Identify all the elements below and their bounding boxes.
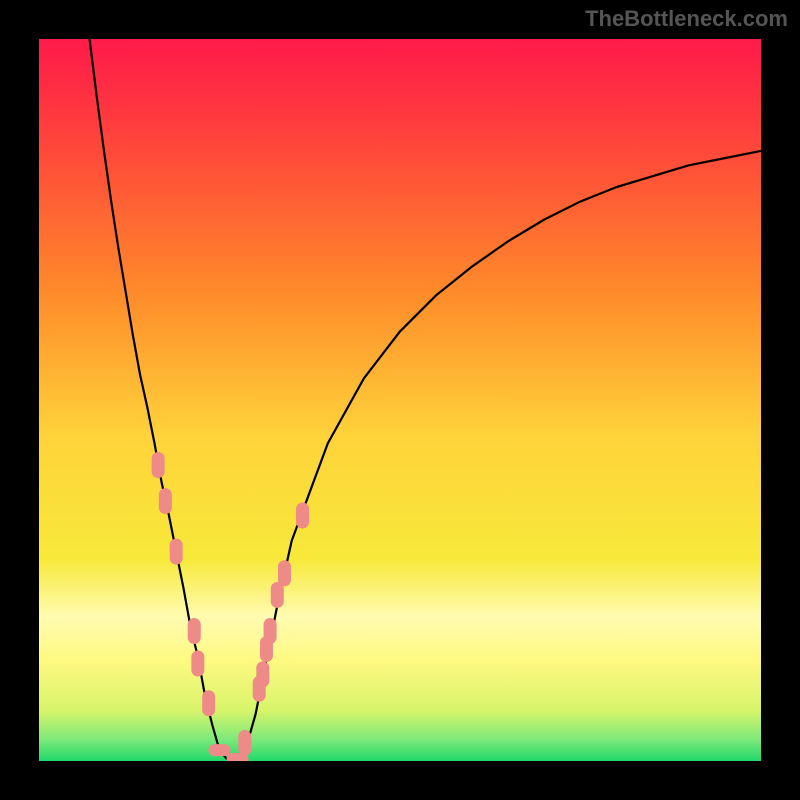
data-point: [191, 651, 204, 677]
data-point: [202, 690, 215, 716]
bottleneck-curve-line: [90, 39, 761, 760]
data-point: [271, 582, 284, 608]
data-point: [264, 618, 277, 644]
data-point: [159, 488, 172, 514]
data-point: [296, 503, 309, 529]
watermark-text: TheBottleneck.com: [585, 6, 788, 32]
chart-curve: [39, 39, 761, 761]
data-point: [238, 730, 251, 756]
data-point: [256, 661, 269, 687]
data-point: [188, 618, 201, 644]
data-point: [209, 744, 231, 756]
data-point: [170, 539, 183, 565]
data-point: [152, 452, 165, 478]
plot-area: [39, 39, 761, 761]
data-point: [278, 560, 291, 586]
data-points-group: [152, 452, 309, 761]
